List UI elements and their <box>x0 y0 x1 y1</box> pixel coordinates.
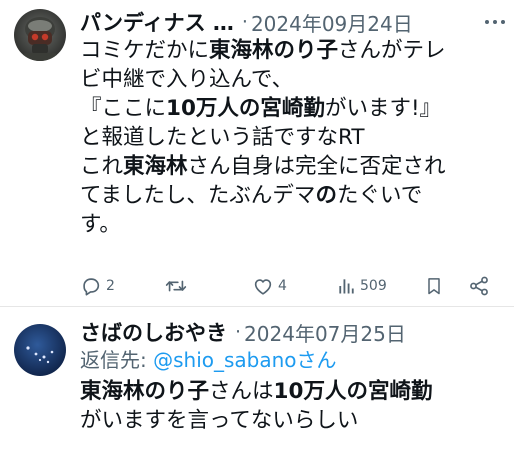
post-date[interactable]: 2024年09月24日 <box>251 8 413 36</box>
avatar-image <box>14 324 66 376</box>
reply-bubble-icon <box>83 278 100 296</box>
heart-icon <box>254 279 272 295</box>
views-bar-chart-icon <box>339 279 354 294</box>
bookmark-icon <box>428 278 440 295</box>
post-1[interactable]: パンディナス … · 2024年09月24日 コミケだかに東海林のり子さんがテレ… <box>0 0 514 306</box>
reply-button[interactable]: 2 <box>80 271 115 301</box>
post-text-bold-segment: 10万人の宮崎勤 <box>273 379 433 404</box>
reply-context: 返信先: @shio_sabanoさん <box>80 346 337 374</box>
views-count: 509 <box>360 278 387 294</box>
post-text-bold-segment: 東海林のり子 <box>209 38 339 63</box>
like-button[interactable]: 4 <box>252 271 287 301</box>
post-text-segment: たぐいで <box>336 183 423 208</box>
share-icon <box>470 276 488 296</box>
post-text-line: と報道したという話ですなRT <box>80 123 508 152</box>
post-text-segment: す。 <box>80 212 121 237</box>
post-text-segment: ビ中継で入り込んで、 <box>80 67 294 92</box>
author-name[interactable]: パンディナス … <box>80 8 234 36</box>
post-text-segment: コミケだかに <box>80 38 210 63</box>
post-text-segment: さん自身は完全に否定され <box>187 154 446 179</box>
author-name[interactable]: さばのしおやき <box>80 318 227 346</box>
post-date[interactable]: 2024年07月25日 <box>244 318 406 346</box>
reply-prefix-label: 返信先: <box>80 348 154 372</box>
separator-dot: · <box>241 11 248 33</box>
post-text-line: 東海林のり子さんは10万人の宮崎勤 <box>80 377 508 406</box>
post-text-segment: と報道したという話ですなRT <box>80 125 365 150</box>
post-text-bold-segment: 東海林 <box>123 154 188 179</box>
views-button[interactable]: 509 <box>336 271 387 301</box>
repost-button[interactable] <box>164 271 192 301</box>
post-header: パンディナス … · 2024年09月24日 <box>80 8 500 36</box>
post-text-segment: 『ここに <box>80 96 167 121</box>
post-2[interactable]: さばのしおやき · 2024年07月25日 返信先: @shio_sabanoさ… <box>0 307 514 453</box>
avatar-sabanoshioyaki[interactable] <box>14 324 66 376</box>
post-text-segment: さんがテレ <box>338 38 446 63</box>
post-text-line: ビ中継で入り込んで、 <box>80 65 508 94</box>
post-text: 東海林のり子さんは10万人の宮崎勤 がいますを言ってないらしい <box>80 377 508 435</box>
post-text-line: てましたし、たぶんデマのたぐいで <box>80 181 508 210</box>
post-text-segment: さんは <box>209 379 274 404</box>
post-text-line: 『ここに10万人の宮崎勤がいます!』 <box>80 94 508 123</box>
post-text-segment: てましたし、たぶんデマ <box>80 183 316 208</box>
post-text-line: がいますを言ってないらしい <box>80 406 508 435</box>
action-bar: 2 4 509 <box>80 271 500 301</box>
share-button[interactable] <box>468 271 490 301</box>
post-text-bold-segment: 10万人の宮崎勤 <box>166 96 325 121</box>
post-text-segment: これ <box>80 154 124 179</box>
like-count: 4 <box>278 278 287 294</box>
post-text-bold-segment: 東海林のり子 <box>80 379 210 404</box>
separator-dot: · <box>235 321 242 343</box>
post-text-segment: がいます!』 <box>324 96 442 121</box>
post-text-line: コミケだかに東海林のり子さんがテレ <box>80 36 508 65</box>
avatar-pandinas[interactable] <box>14 9 66 61</box>
repost-arrows-icon <box>165 280 187 292</box>
post-text: コミケだかに東海林のり子さんがテレ ビ中継で入り込んで、 『ここに10万人の宮崎勤が… <box>80 36 508 239</box>
post-text-line: す。 <box>80 210 508 239</box>
avatar-image <box>14 9 66 61</box>
reply-count: 2 <box>106 278 115 294</box>
post-header: さばのしおやき · 2024年07月25日 <box>80 318 500 346</box>
post-text-segment: がいますを言ってないらしい <box>80 408 359 433</box>
more-dots-icon[interactable] <box>484 14 506 32</box>
post-text-bold-segment: の <box>315 183 337 208</box>
bookmark-button[interactable] <box>424 271 444 301</box>
reply-mention-link[interactable]: @shio_sabanoさん <box>153 348 336 372</box>
post-text-line: これ東海林さん自身は完全に否定され <box>80 152 508 181</box>
